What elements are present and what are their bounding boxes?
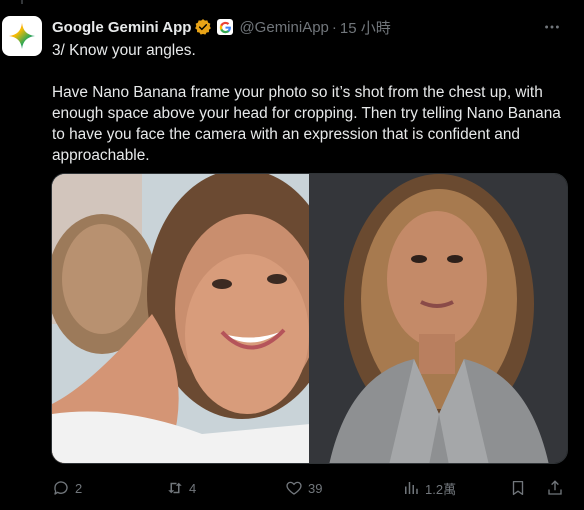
like-button[interactable]: 39 (285, 477, 322, 499)
author-name[interactable]: Google Gemini App (52, 19, 191, 36)
share-icon (548, 480, 562, 495)
tweet-text-line: 3/ Know your angles. (52, 42, 196, 59)
tweet-text-paragraph: Have Nano Banana frame your photo so it’… (52, 84, 561, 164)
repost-count: 4 (189, 480, 197, 496)
repost-button[interactable]: 4 (166, 477, 196, 499)
tweet-header: Google Gemini App @GeminiApp · 15 小時 (52, 16, 391, 38)
gemini-sparkle-icon (9, 23, 35, 49)
author-handle[interactable]: @GeminiApp (239, 19, 328, 36)
thread-connector-line (21, 0, 23, 4)
views-count: 1.2萬 (425, 481, 457, 497)
reply-button[interactable]: 2 (52, 477, 82, 499)
bookmark-icon (512, 480, 524, 496)
selfie-photo-image[interactable] (52, 174, 309, 463)
verified-badge-icon (195, 19, 212, 35)
tweet-text: 3/ Know your angles. Have Nano Banana fr… (52, 40, 567, 166)
heart-icon (286, 481, 302, 495)
avatar[interactable] (2, 16, 42, 56)
share-button[interactable] (546, 477, 564, 499)
like-count: 39 (308, 480, 323, 496)
google-affiliate-icon[interactable] (217, 19, 234, 35)
more-dots-icon (545, 25, 559, 29)
reply-icon (54, 481, 68, 495)
views-chart-icon (405, 482, 418, 494)
professional-headshot-image[interactable] (309, 174, 567, 463)
more-options-button[interactable] (542, 17, 562, 37)
reply-count: 2 (75, 480, 83, 496)
header-separator: · (331, 18, 337, 36)
headshot-illustration (309, 174, 567, 463)
media-grid[interactable] (51, 173, 568, 464)
repost-icon (168, 482, 182, 494)
timestamp[interactable]: 15 小時 (340, 17, 391, 38)
views-button[interactable]: 1.2萬 (402, 477, 456, 499)
tweet-actions: 2 4 39 1.2萬 (52, 477, 568, 499)
selfie-photo-illustration (52, 174, 309, 463)
bookmark-button[interactable] (509, 477, 527, 499)
